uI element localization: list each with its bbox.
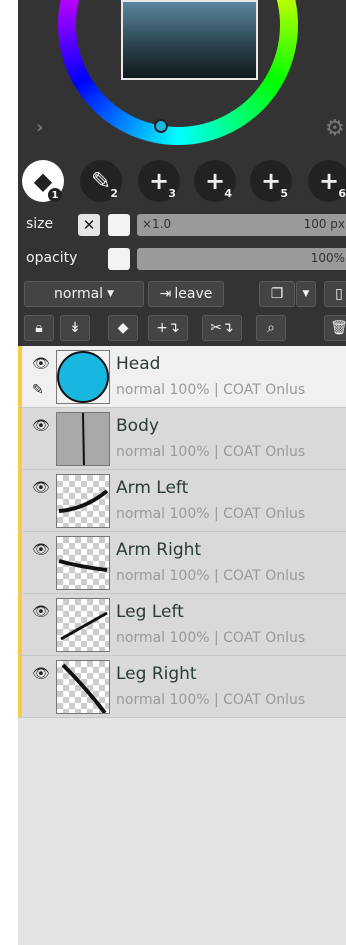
- layer-info: normal 100% | COAT Onlus: [116, 506, 306, 522]
- brush-preset-4[interactable]: + 4: [194, 160, 236, 202]
- layer-name: Arm Right: [116, 540, 202, 560]
- new-layer-button[interactable]: ▯: [324, 281, 346, 307]
- layer-thumbnail: [56, 598, 110, 652]
- layer-name: Arm Left: [116, 478, 189, 498]
- pencil-icon: ✎: [32, 382, 44, 398]
- brush-preset-6[interactable]: + 6: [308, 160, 346, 202]
- add-below-button[interactable]: +↴: [148, 315, 188, 341]
- search-icon: ⌕: [267, 320, 275, 336]
- layer-row[interactable]: 👁︎ Body normal 100% | COAT Onlus: [18, 408, 346, 470]
- brush-number: 1: [48, 188, 62, 202]
- paint-panel: › ⚙ ◆ 1 ✎ 2 + 3 + 4 + 5 + 6 size ✕ ×1.0: [18, 0, 346, 945]
- eye-icon[interactable]: 👁︎: [32, 356, 50, 372]
- opacity-preview[interactable]: [108, 248, 130, 270]
- size-value: 100 px: [303, 217, 345, 231]
- brush-preset-5[interactable]: + 5: [250, 160, 292, 202]
- close-icon: ✕: [82, 216, 96, 234]
- layer-name: Leg Right: [116, 664, 197, 684]
- scissors-icon: ✂↴: [210, 320, 234, 336]
- size-reset-button[interactable]: ✕: [78, 214, 100, 236]
- layer-info: normal 100% | COAT Onlus: [116, 382, 306, 398]
- brush-number: 3: [168, 187, 176, 200]
- copy-icon: ❐: [270, 286, 284, 302]
- plus-icon: +: [260, 167, 282, 195]
- merge-down-icon: ↡: [69, 320, 81, 336]
- opacity-label: opacity: [26, 250, 78, 266]
- eraser-icon: ◆: [117, 320, 129, 336]
- color-picker: › ⚙: [18, 0, 346, 152]
- layer-row[interactable]: 👁︎ ✎ Head normal 100% | COAT Onlus: [18, 346, 346, 408]
- saturation-value-square[interactable]: [121, 0, 258, 80]
- leave-icon: ⇥: [159, 286, 172, 302]
- brush-presets: ◆ 1 ✎ 2 + 3 + 4 + 5 + 6: [18, 156, 346, 208]
- layer-thumbnail: [56, 660, 110, 714]
- layer-thumbnail: [56, 412, 110, 466]
- active-accent: [18, 346, 22, 407]
- search-button[interactable]: ⌕: [256, 315, 286, 341]
- brush-number: 6: [338, 187, 346, 200]
- plus-icon: +: [318, 167, 340, 195]
- eye-icon[interactable]: 👁︎: [32, 418, 50, 434]
- blend-mode-value: normal: [54, 286, 104, 302]
- size-preview[interactable]: [108, 214, 130, 236]
- leave-button[interactable]: ⇥ leave: [148, 281, 224, 307]
- brush-preset-3[interactable]: + 3: [138, 160, 180, 202]
- layer-info: normal 100% | COAT Onlus: [116, 692, 306, 708]
- delete-layer-button[interactable]: 🗑︎: [324, 315, 346, 341]
- pencil-icon: ✎: [90, 167, 112, 195]
- layer-name: Head: [116, 354, 161, 374]
- layer-name: Body: [116, 416, 159, 436]
- layer-thumbnail: [56, 474, 110, 528]
- layer-row[interactable]: 👁︎ Leg Left normal 100% | COAT Onlus: [18, 594, 346, 656]
- layer-name: Leg Left: [116, 602, 184, 622]
- brush-preset-2[interactable]: ✎ 2: [80, 160, 122, 202]
- trash-icon: 🗑︎: [330, 320, 346, 336]
- layer-accent: [18, 656, 22, 717]
- layer-row[interactable]: 👁︎ Arm Left normal 100% | COAT Onlus: [18, 470, 346, 532]
- layer-accent: [18, 532, 22, 593]
- layer-info: normal 100% | COAT Onlus: [116, 568, 306, 584]
- brush-preset-1[interactable]: ◆ 1: [22, 160, 64, 202]
- opacity-slider[interactable]: 100%: [137, 248, 346, 270]
- brush-number: 5: [280, 187, 288, 200]
- layer-row[interactable]: 👁︎ Leg Right normal 100% | COAT Onlus: [18, 656, 346, 718]
- plus-icon: +: [204, 167, 226, 195]
- eye-icon[interactable]: 👁︎: [32, 666, 50, 682]
- chevron-right-icon[interactable]: ›: [36, 117, 43, 138]
- leave-label: leave: [174, 286, 213, 302]
- layer-info: normal 100% | COAT Onlus: [116, 444, 306, 460]
- layer-thumbnail: [56, 350, 110, 404]
- hue-handle[interactable]: [154, 119, 168, 133]
- eye-icon[interactable]: 👁︎: [32, 480, 50, 496]
- brush-number: 2: [110, 187, 118, 200]
- duplicate-menu-button[interactable]: ▼: [296, 281, 316, 307]
- blend-mode-select[interactable]: normal ▼: [24, 281, 144, 307]
- eye-icon[interactable]: 👁︎: [32, 542, 50, 558]
- cut-below-button[interactable]: ✂↴: [202, 315, 242, 341]
- layer-accent: [18, 408, 22, 469]
- caret-down-icon: ▼: [107, 289, 114, 299]
- eye-icon[interactable]: 👁︎: [32, 604, 50, 620]
- lock-icon: 🔒︎: [35, 320, 43, 336]
- duplicate-layer-button[interactable]: ❐: [259, 281, 295, 307]
- gear-icon[interactable]: ⚙: [325, 116, 345, 141]
- plus-icon: +: [148, 167, 170, 195]
- add-below-icon: +↴: [156, 320, 180, 336]
- lock-button[interactable]: 🔒︎: [24, 315, 54, 341]
- layer-info: normal 100% | COAT Onlus: [116, 630, 306, 646]
- size-slider[interactable]: ×1.0 100 px: [137, 214, 346, 236]
- layer-accent: [18, 470, 22, 531]
- opacity-value: 100%: [310, 251, 345, 265]
- layer-thumbnail: [56, 536, 110, 590]
- clear-layer-button[interactable]: ◆: [108, 315, 138, 341]
- layer-accent: [18, 594, 22, 655]
- brush-number: 4: [224, 187, 232, 200]
- layer-list: 👁︎ ✎ Head normal 100% | COAT Onlus 👁︎ Bo…: [18, 346, 346, 945]
- merge-down-button[interactable]: ↡: [60, 315, 90, 341]
- caret-down-icon: ▼: [302, 289, 310, 299]
- size-label: size: [26, 216, 54, 232]
- size-multiplier: ×1.0: [142, 217, 172, 231]
- page-icon: ▯: [335, 286, 343, 302]
- layer-row[interactable]: 👁︎ Arm Right normal 100% | COAT Onlus: [18, 532, 346, 594]
